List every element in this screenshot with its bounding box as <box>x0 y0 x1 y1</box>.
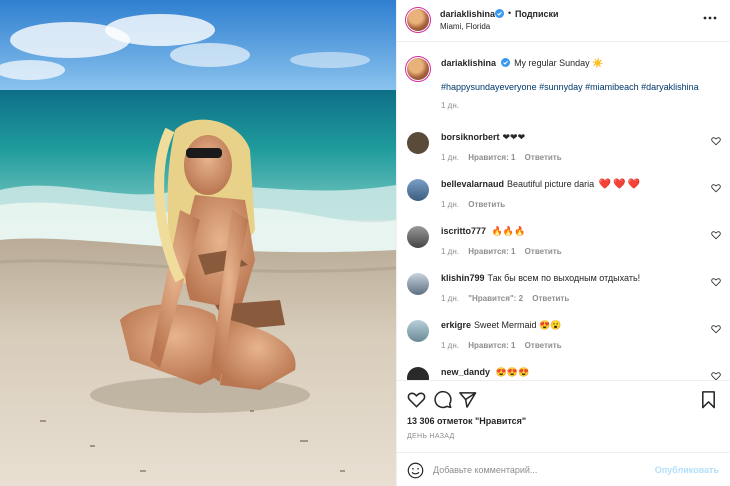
post-photo[interactable] <box>0 0 396 486</box>
likes-count[interactable]: 13 306 отметок "Нравится" <box>407 416 526 426</box>
smiley-icon[interactable] <box>407 462 424 479</box>
commenter-avatar[interactable] <box>407 320 429 342</box>
comment-body: Sweet Mermaid <box>474 320 537 330</box>
comments-list[interactable]: dariaklishina My regular Sunday ☀️ #happ… <box>397 43 730 380</box>
comment-time[interactable]: 1 дн. <box>441 294 459 303</box>
verified-badge-icon <box>500 58 510 67</box>
header-separator: • <box>508 8 512 18</box>
bookmark-icon[interactable] <box>699 390 718 409</box>
heart-icon[interactable] <box>711 277 721 287</box>
post-location[interactable]: Miami, Florida <box>440 22 490 31</box>
add-comment-bar: Опубликовать <box>397 452 730 486</box>
caption-line: dariaklishina My regular Sunday ☀️ <box>441 58 603 69</box>
comment-item: erkigre Sweet Mermaid 😍😮 1 дн. Нравится: … <box>397 316 730 363</box>
comment-item: iscritto777 🔥🔥🔥 1 дн. Нравится: 1 Ответи… <box>397 222 730 269</box>
commenter-username[interactable]: new_dandy <box>441 367 490 377</box>
heart-icon[interactable] <box>711 136 721 146</box>
heart-icon[interactable] <box>711 183 721 193</box>
comment-text: bellevalarnaud Beautiful picture daria ❤️… <box>441 179 640 190</box>
commenter-username[interactable]: iscritto777 <box>441 226 486 236</box>
reply-button[interactable]: Ответить <box>532 294 569 303</box>
caption-author-avatar[interactable] <box>407 58 429 80</box>
reply-button[interactable]: Ответить <box>468 200 505 209</box>
caption-time[interactable]: 1 дн. <box>441 101 459 110</box>
commenter-username[interactable]: klishin799 <box>441 273 485 283</box>
comment-time[interactable]: 1 дн. <box>441 200 459 209</box>
comment-likes[interactable]: Нравится: 1 <box>468 153 515 162</box>
caption-username[interactable]: dariaklishina <box>441 58 496 68</box>
comment-meta: 1 дн. "Нравится": 2 Ответить <box>441 294 576 303</box>
comment-text: new_dandy 😍😍😍 <box>441 367 529 378</box>
comment-meta: 1 дн. Нравится: 1 Ответить <box>441 153 569 162</box>
post-header: dariaklishina • Подписки Miami, Florida <box>397 0 730 42</box>
comment-meta: 1 дн. Нравится: 1 Ответить <box>441 341 569 350</box>
paper-plane-icon[interactable] <box>458 390 477 409</box>
comment-meta: 1 дн. Нравится: 1 Ответить <box>441 247 569 256</box>
comment-text: erkigre Sweet Mermaid 😍😮 <box>441 320 562 331</box>
comment-item: borsiknorbert ❤❤❤ 1 дн. Нравится: 1 Ответ… <box>397 128 730 175</box>
comment-likes[interactable]: Нравится: 1 <box>468 247 515 256</box>
comment-body: Beautiful picture daria <box>507 179 595 189</box>
comment-item: klishin799 Так бы всем по выходным отдыха… <box>397 269 730 316</box>
reply-button[interactable]: Ответить <box>525 247 562 256</box>
comment-likes[interactable]: Нравится: 1 <box>468 341 515 350</box>
heart-eyes-emoji-icon: 😍😮 <box>539 320 562 330</box>
comment-body: ❤❤❤ <box>502 132 526 142</box>
comment-time[interactable]: 1 дн. <box>441 247 459 256</box>
following-button[interactable]: Подписки <box>515 9 559 19</box>
red-heart-emoji-icon: ❤️ <box>598 179 612 190</box>
commenter-avatar[interactable] <box>407 367 429 380</box>
heart-icon[interactable] <box>711 230 721 240</box>
commenter-avatar[interactable] <box>407 226 429 248</box>
comment-time[interactable]: 1 дн. <box>441 153 459 162</box>
red-heart-emoji-icon: ❤️ <box>627 179 640 190</box>
reply-button[interactable]: Ответить <box>525 341 562 350</box>
sun-emoji-icon: ☀️ <box>592 58 604 68</box>
publish-button[interactable]: Опубликовать <box>655 465 719 475</box>
add-comment-input[interactable] <box>433 461 643 479</box>
author-avatar[interactable] <box>407 9 429 31</box>
comment-likes[interactable]: "Нравится": 2 <box>468 294 523 303</box>
heart-icon[interactable] <box>711 324 721 334</box>
red-heart-emoji-icon: ❤️ <box>613 179 626 190</box>
comment-meta: 1 дн. Ответить <box>441 200 512 209</box>
fire-emoji-icon: 🔥🔥🔥 <box>491 226 526 236</box>
commenter-avatar[interactable] <box>407 273 429 295</box>
commenter-username[interactable]: borsiknorbert <box>441 132 500 142</box>
comment-body: Так бы всем по выходным отдыхать! <box>487 273 641 283</box>
heart-icon[interactable] <box>407 390 426 409</box>
post-details-panel: dariaklishina • Подписки Miami, Florida … <box>396 0 730 486</box>
comment-item: bellevalarnaud Beautiful picture daria ❤️… <box>397 175 730 222</box>
reply-button[interactable]: Ответить <box>525 153 562 162</box>
heart-eyes-emoji-icon: 😍😍😍 <box>495 367 530 377</box>
post-modal: dariaklishina • Подписки Miami, Florida … <box>0 0 730 486</box>
comment-text: iscritto777 🔥🔥🔥 <box>441 226 525 237</box>
commenter-avatar[interactable] <box>407 179 429 201</box>
post-date[interactable]: ДЕНЬ НАЗАД <box>407 433 455 440</box>
caption-text: My regular Sunday <box>514 58 590 68</box>
commenter-avatar[interactable] <box>407 132 429 154</box>
comment-text: borsiknorbert ❤❤❤ <box>441 132 525 143</box>
commenter-username[interactable]: bellevalarnaud <box>441 179 504 189</box>
caption-hashtags[interactable]: #happysundayeveryone #sunnyday #miamibea… <box>441 82 699 92</box>
comment-time[interactable]: 1 дн. <box>441 341 459 350</box>
beach-photo-image <box>0 0 396 486</box>
commenter-username[interactable]: erkigre <box>441 320 471 330</box>
comment-icon[interactable] <box>433 390 452 409</box>
more-horizontal-icon[interactable] <box>702 10 718 26</box>
verified-badge-icon <box>495 9 504 18</box>
author-username[interactable]: dariaklishina <box>440 9 495 19</box>
comment-item: new_dandy 😍😍😍 <box>397 363 730 380</box>
comment-text: klishin799 Так бы всем по выходным отдыха… <box>441 273 640 283</box>
heart-icon[interactable] <box>711 371 721 380</box>
